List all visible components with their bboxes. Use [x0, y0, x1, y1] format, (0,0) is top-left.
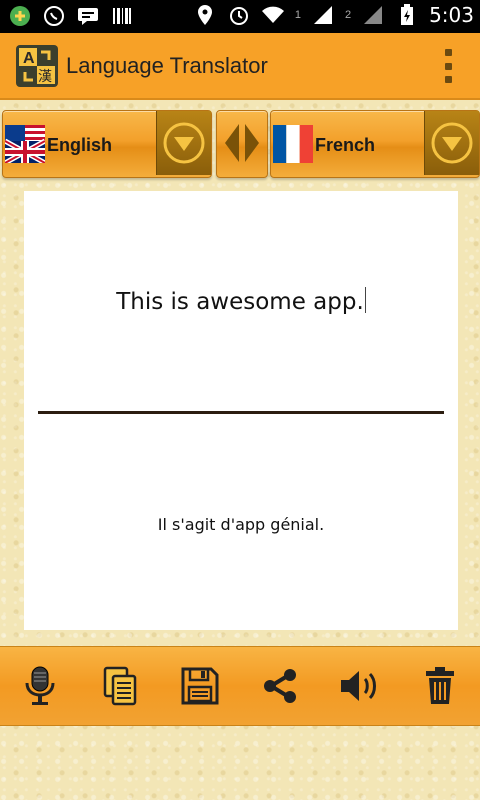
wifi-icon: [261, 3, 285, 27]
share-button[interactable]: [256, 662, 304, 710]
status-bar: 1 2 5:03: [0, 0, 480, 33]
language-selector-row: English French: [0, 110, 480, 178]
swap-arrows-icon: [225, 124, 259, 162]
target-language-label: French: [315, 135, 376, 155]
speaker-icon: [341, 671, 376, 701]
overflow-dot-icon: [444, 49, 452, 56]
overflow-menu-button[interactable]: [438, 49, 458, 83]
overflow-dot-icon: [444, 76, 452, 83]
svg-text:A: A: [23, 50, 35, 67]
chevron-down-icon: [431, 122, 473, 164]
barcode-icon: [110, 4, 134, 28]
source-language-label: English: [47, 135, 113, 155]
microphone-icon: [25, 666, 55, 705]
text-cursor: [364, 287, 366, 313]
france-flag-icon: [273, 125, 313, 163]
sim1-label: 1: [294, 9, 301, 21]
copy-button[interactable]: [96, 662, 144, 710]
app-title: Language Translator: [66, 53, 268, 78]
translator-logo-icon: A 漢: [19, 48, 55, 85]
clock: 5:03: [429, 3, 474, 27]
source-language-button[interactable]: English: [2, 110, 212, 178]
trash-icon: [426, 667, 454, 704]
source-text: This is awesome app.: [116, 289, 364, 315]
copy-icon: [103, 666, 137, 706]
alarm-icon: [227, 3, 251, 27]
voice-input-button[interactable]: [16, 662, 64, 710]
overflow-dot-icon: [444, 62, 452, 70]
sim2-label: 2: [344, 9, 352, 21]
signal-icon: [311, 3, 335, 27]
svg-text:漢: 漢: [38, 69, 52, 85]
speak-button[interactable]: [336, 662, 384, 710]
location-icon: [193, 3, 217, 27]
save-button[interactable]: [176, 662, 224, 710]
message-icon: [76, 4, 100, 28]
save-icon: [181, 667, 219, 705]
share-icon: [264, 669, 296, 703]
whatsapp-icon: [42, 4, 66, 28]
app-bar: A 漢 Language Translator: [0, 33, 480, 100]
us-uk-flag-icon: [5, 125, 45, 163]
target-language-dropdown[interactable]: [424, 111, 479, 175]
app-icon: [8, 4, 32, 28]
chevron-down-icon: [163, 122, 205, 164]
signal2-icon: [361, 3, 385, 27]
translated-text: Il s'agit d'app génial.: [157, 515, 325, 534]
source-language-dropdown[interactable]: [156, 111, 211, 175]
translation-card: This is awesome app. Il s'agit d'app gén…: [24, 191, 458, 630]
target-language-button[interactable]: French: [270, 110, 480, 178]
source-text-input[interactable]: This is awesome app.: [24, 287, 458, 315]
bottom-toolbar: [0, 646, 480, 726]
swap-languages-button[interactable]: [216, 110, 268, 178]
app-logo: A 漢: [16, 45, 58, 87]
divider: [38, 411, 444, 414]
delete-button[interactable]: [416, 662, 464, 710]
battery-icon: [395, 3, 419, 27]
